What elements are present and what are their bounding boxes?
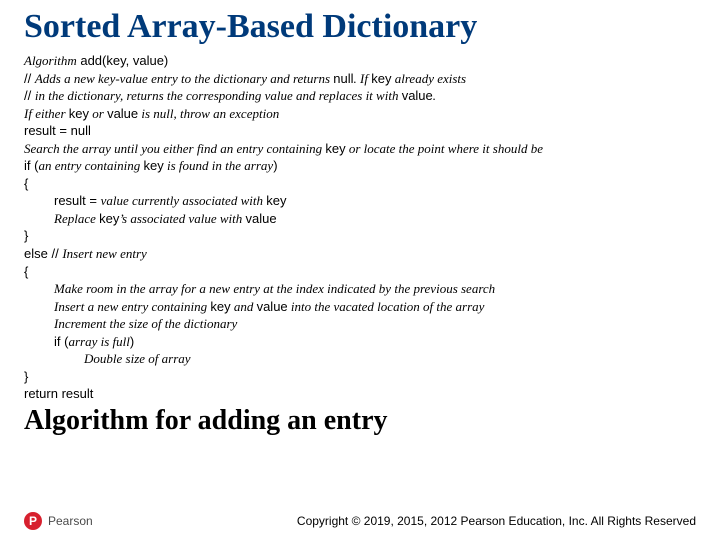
footer: P Pearson Copyright © 2019, 2015, 2012 P…: [24, 512, 696, 530]
c: value: [257, 299, 288, 314]
t: Insert new entry: [62, 246, 146, 261]
line-11: }: [24, 227, 696, 245]
c: key: [99, 211, 119, 226]
pearson-logo: P Pearson: [24, 512, 93, 530]
line-3: // in the dictionary, returns the corres…: [24, 87, 696, 105]
line-1: Algorithm add(key, value): [24, 52, 696, 70]
c: null: [333, 71, 353, 86]
t: If either: [24, 106, 69, 121]
t: or locate the point where it should be: [346, 141, 543, 156]
cm: //: [48, 246, 62, 261]
c: result: [58, 386, 93, 401]
line-12: else // Insert new entry: [24, 245, 696, 263]
c: key: [325, 141, 345, 156]
t: Insert a new entry containing: [54, 299, 210, 314]
slide-subtitle: Algorithm for adding an entry: [24, 405, 696, 437]
line-20: return result: [24, 385, 696, 403]
pearson-name: Pearson: [48, 514, 93, 528]
pearson-icon: P: [24, 512, 42, 530]
line-6: Search the array until you either find a…: [24, 140, 696, 158]
c: key: [144, 158, 164, 173]
c: key: [371, 71, 391, 86]
t: into the vacated location of the array: [288, 299, 485, 314]
line-19: }: [24, 368, 696, 386]
t: .: [433, 88, 436, 103]
line-5: result = null: [24, 122, 696, 140]
p: ): [273, 158, 277, 173]
kw: else: [24, 246, 48, 261]
line-17: if (array is full): [24, 333, 696, 351]
line-2: // Adds a new key-value entry to the dic…: [24, 70, 696, 88]
line-13: {: [24, 263, 696, 281]
t: value currently associated with: [101, 193, 267, 208]
p: ): [130, 334, 134, 349]
cm: //: [24, 71, 35, 86]
c: key: [266, 193, 286, 208]
t: array is full: [68, 334, 129, 349]
t: ’s associated value with: [119, 211, 245, 226]
t: is null, throw an exception: [138, 106, 279, 121]
algorithm-block: Algorithm add(key, value) // Adds a new …: [24, 52, 696, 403]
slide: Sorted Array-Based Dictionary Algorithm …: [0, 0, 720, 540]
line-8: {: [24, 175, 696, 193]
c: value: [107, 106, 138, 121]
line-15: Insert a new entry containing key and va…: [24, 298, 696, 316]
t: an entry containing: [38, 158, 143, 173]
copyright-text: Copyright © 2019, 2015, 2012 Pearson Edu…: [297, 514, 696, 528]
line-10: Replace key’s associated value with valu…: [24, 210, 696, 228]
sig: add(key, value): [77, 53, 169, 68]
line-7: if (an entry containing key is found in …: [24, 157, 696, 175]
t: is found in the array: [164, 158, 273, 173]
kw-algorithm: Algorithm: [24, 53, 77, 68]
t: Search the array until you either find a…: [24, 141, 325, 156]
line-4: If either key or value is null, throw an…: [24, 105, 696, 123]
t: and: [231, 299, 257, 314]
line-14: Make room in the array for a new entry a…: [24, 280, 696, 298]
line-16: Increment the size of the dictionary: [24, 315, 696, 333]
c: result =: [54, 193, 101, 208]
cm: //: [24, 88, 35, 103]
t: or: [89, 106, 107, 121]
c: value: [402, 88, 433, 103]
t: . If: [354, 71, 372, 86]
slide-title: Sorted Array-Based Dictionary: [24, 8, 696, 46]
t: Replace: [54, 211, 99, 226]
c: key: [69, 106, 89, 121]
c: value: [246, 211, 277, 226]
t: Adds a new key-value entry to the dictio…: [35, 71, 333, 86]
c: key: [210, 299, 230, 314]
t: in the dictionary, returns the correspon…: [35, 88, 402, 103]
line-9: result = value currently associated with…: [24, 192, 696, 210]
kw: return: [24, 386, 58, 401]
t: already exists: [391, 71, 466, 86]
line-18: Double size of array: [24, 350, 696, 368]
